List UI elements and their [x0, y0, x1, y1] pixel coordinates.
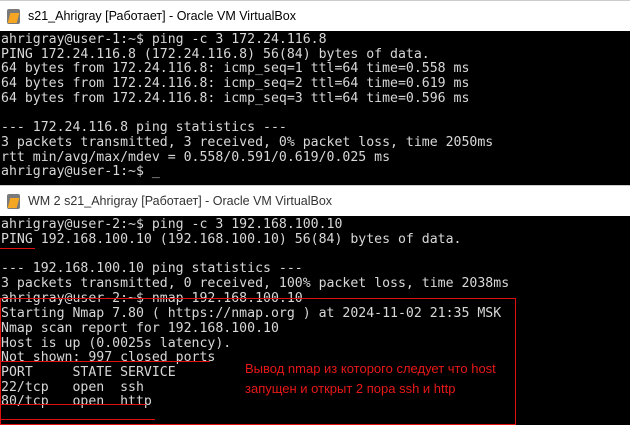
terminal-line: --- 172.24.116.8 ping statistics ---: [1, 120, 287, 136]
terminal-line: 64 bytes from 172.24.116.8: icmp_seq=3 t…: [1, 90, 470, 106]
virtualbox-window-1: s21_Ahrigray [Работает] - Oracle VM Virt…: [0, 0, 630, 185]
terminal-line: PING 172.24.116.8 (172.24.116.8) 56(84) …: [1, 46, 430, 62]
terminal-line: ahrigray@user-1:~$ ping -c 3 172.24.116.…: [1, 32, 327, 47]
virtualbox-icon: [7, 193, 20, 209]
terminal-line: rtt min/avg/max/mdev = 0.558/0.591/0.619…: [1, 149, 391, 165]
window-title: s21_Ahrigray [Работает] - Oracle VM Virt…: [28, 9, 296, 23]
title-bar[interactable]: s21_Ahrigray [Работает] - Oracle VM Virt…: [0, 0, 630, 31]
underline: [0, 419, 155, 420]
virtualbox-icon: [7, 8, 20, 24]
terminal-output[interactable]: ahrigray@user-2:~$ ping -c 3 192.168.100…: [0, 216, 630, 425]
terminal-line: PING 192.168.100.10 (192.168.100.10) 56(…: [1, 231, 462, 247]
underline: [0, 404, 146, 405]
terminal-line: --- 192.168.100.10 ping statistics ---: [1, 261, 303, 277]
terminal-line: 3 packets transmitted, 0 received, 100% …: [1, 275, 510, 291]
terminal-line: 64 bytes from 172.24.116.8: icmp_seq=1 t…: [1, 61, 470, 77]
terminal-line: 64 bytes from 172.24.116.8: icmp_seq=2 t…: [1, 76, 470, 92]
annotation-line: запущен и открыт 2 пора ssh и http: [245, 381, 456, 396]
annotation-text: Вывод nmap из которого следует что host з…: [245, 359, 496, 399]
annotation-line: Вывод nmap из которого следует что host: [245, 361, 496, 376]
window-title: WM 2 s21_Ahrigray [Работает] - Oracle VM…: [28, 194, 333, 208]
virtualbox-window-2: WM 2 s21_Ahrigray [Работает] - Oracle VM…: [0, 185, 630, 425]
terminal-line: 3 packets transmitted, 3 received, 0% pa…: [1, 134, 494, 150]
title-bar[interactable]: WM 2 s21_Ahrigray [Работает] - Oracle VM…: [0, 185, 630, 216]
terminal-line: ahrigray@user-2:~$ ping -c 3 192.168.100…: [1, 217, 343, 232]
terminal-output[interactable]: ahrigray@user-1:~$ ping -c 3 172.24.116.…: [0, 31, 630, 185]
underline: [0, 361, 210, 362]
terminal-prompt: ahrigray@user-1:~$ _: [1, 164, 160, 180]
underline: [0, 248, 35, 249]
